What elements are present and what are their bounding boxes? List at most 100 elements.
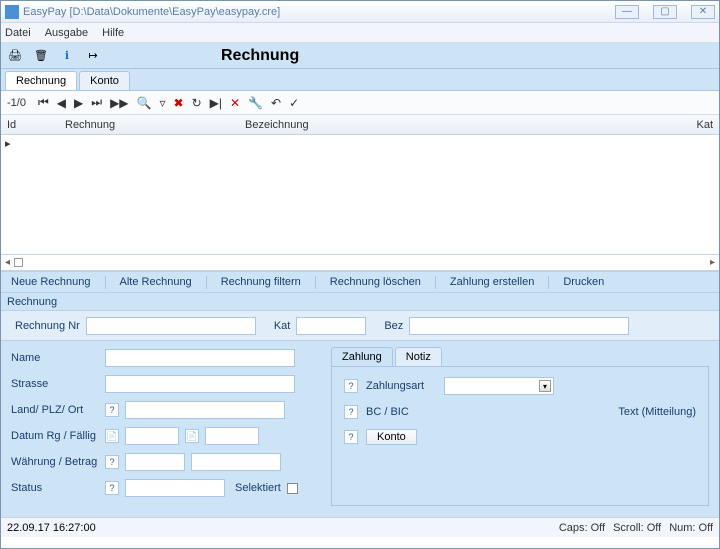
status-timestamp: 22.09.17 16:27:00 — [7, 522, 96, 534]
label-land-plz-ort: Land/ PLZ/ Ort — [11, 404, 99, 416]
action-rechnung-loeschen[interactable]: Rechnung löschen — [326, 276, 425, 288]
label-waehrung: Währung / Betrag — [11, 456, 99, 468]
input-datum-rg[interactable] — [125, 427, 179, 445]
nav-next-icon[interactable]: ▶ — [74, 96, 83, 110]
input-name[interactable] — [105, 349, 295, 367]
menu-file[interactable]: Datei — [5, 27, 31, 39]
button-konto[interactable]: Konto — [366, 429, 417, 445]
col-bezeichnung[interactable]: Bezeichnung — [245, 119, 673, 131]
nav-first-icon[interactable]: ⏮ — [38, 95, 49, 110]
row-marker-icon: ▸ — [5, 138, 11, 150]
input-bez[interactable] — [409, 317, 629, 335]
rtab-notiz[interactable]: Notiz — [395, 347, 442, 366]
date-rg-picker-icon[interactable]: 📄 — [105, 429, 119, 443]
action-bar: Neue Rechnung Alte Rechnung Rechnung fil… — [1, 271, 719, 293]
goto-end-icon[interactable]: ▶| — [210, 96, 222, 110]
menu-bar: Datei Ausgabe Hilfe — [1, 23, 719, 43]
label-text-mitteilung: Text (Mitteilung) — [618, 406, 696, 418]
status-num: Num: Off — [669, 522, 713, 534]
input-rechnung-nr[interactable] — [86, 317, 256, 335]
nav-prev-icon[interactable]: ◀ — [57, 96, 66, 110]
help-waehrung-icon[interactable]: ? — [105, 455, 119, 469]
title-bar: EasyPay [D:\Data\Dokumente\EasyPay\easyp… — [1, 1, 719, 23]
find-icon[interactable]: 🔍 — [137, 96, 152, 110]
action-rechnung-filtern[interactable]: Rechnung filtern — [217, 276, 305, 288]
col-rechnung[interactable]: Rechnung — [65, 119, 245, 131]
delete-icon[interactable]: 🗑 — [33, 48, 49, 64]
input-kat[interactable] — [296, 317, 366, 335]
action-neue-rechnung[interactable]: Neue Rechnung — [7, 276, 95, 288]
label-bcbic: BC / BIC — [366, 406, 436, 418]
input-betrag[interactable] — [191, 453, 281, 471]
app-icon — [5, 5, 19, 19]
refresh-icon[interactable]: ↻ — [192, 96, 202, 110]
main-tabs: Rechnung Konto — [1, 69, 719, 91]
label-name: Name — [11, 352, 99, 364]
window-title: EasyPay [D:\Data\Dokumente\EasyPay\easyp… — [23, 6, 615, 18]
section-header: Rechnung — [1, 293, 719, 311]
filter-row: Rechnung Nr Kat Bez — [1, 311, 719, 341]
help-konto-icon[interactable]: ? — [344, 430, 358, 444]
undo-icon[interactable]: ↶ — [271, 96, 281, 110]
record-navigator: -1/0 ⏮ ◀ ▶ ⏭ ▶▶ 🔍 ▿ ✖ ↻ ▶| ✕ 🔧 ↶ ✓ — [1, 91, 719, 115]
filter-icon[interactable]: ▿ — [159, 96, 165, 110]
grid-body[interactable]: ▸ — [1, 135, 719, 255]
label-bez: Bez — [384, 320, 403, 332]
payment-pane: Zahlung Notiz ? Zahlungsart ▾ ? BC / BIC… — [331, 341, 719, 517]
main-toolbar: 🖨 🗑 ℹ ↦ Rechnung — [1, 43, 719, 69]
scroll-thumb[interactable] — [14, 258, 23, 267]
input-land-plz-ort[interactable] — [125, 401, 285, 419]
rtab-zahlung[interactable]: Zahlung — [331, 347, 393, 366]
status-caps: Caps: Off — [559, 522, 605, 534]
help-zahlungsart-icon[interactable]: ? — [344, 379, 358, 393]
help-bcbic-icon[interactable]: ? — [344, 405, 358, 419]
info-icon[interactable]: ℹ — [59, 48, 75, 64]
grid-footer: ◂ ▸ — [1, 255, 719, 271]
help-land-icon[interactable]: ? — [105, 403, 119, 417]
maximize-button[interactable]: ▢ — [653, 5, 677, 19]
exit-icon[interactable]: ↦ — [85, 48, 101, 64]
date-faellig-picker-icon[interactable]: 📄 — [185, 429, 199, 443]
address-form: Name Strasse Land/ PLZ/ Ort ? Datum Rg /… — [1, 341, 331, 517]
status-scroll: Scroll: Off — [613, 522, 661, 534]
nav-fastnext-icon[interactable]: ▶▶ — [110, 96, 128, 110]
input-strasse[interactable] — [105, 375, 295, 393]
dropdown-zahlungsart[interactable]: ▾ — [444, 377, 554, 395]
filter-clear-icon[interactable]: ✖ — [174, 96, 184, 110]
scroll-left-icon[interactable]: ◂ — [5, 257, 10, 268]
status-bar: 22.09.17 16:27:00 Caps: Off Scroll: Off … — [1, 517, 719, 537]
tab-rechnung[interactable]: Rechnung — [5, 71, 77, 90]
label-strasse: Strasse — [11, 378, 99, 390]
detail-area: Name Strasse Land/ PLZ/ Ort ? Datum Rg /… — [1, 341, 719, 517]
minimize-button[interactable]: — — [615, 5, 639, 19]
label-datum: Datum Rg / Fällig — [11, 430, 99, 442]
close-button[interactable]: ✕ — [691, 5, 715, 19]
menu-output[interactable]: Ausgabe — [45, 27, 88, 39]
page-title: Rechnung — [221, 47, 299, 65]
delete-record-icon[interactable]: ✕ — [230, 96, 240, 110]
input-waehrung[interactable] — [125, 453, 185, 471]
help-status-icon[interactable]: ? — [105, 481, 119, 495]
tool-icon[interactable]: 🔧 — [248, 96, 263, 110]
action-drucken[interactable]: Drucken — [559, 276, 608, 288]
label-kat: Kat — [274, 320, 291, 332]
menu-help[interactable]: Hilfe — [102, 27, 124, 39]
tab-konto[interactable]: Konto — [79, 71, 130, 90]
checkbox-selektiert[interactable] — [287, 483, 298, 494]
input-datum-faellig[interactable] — [205, 427, 259, 445]
col-kat[interactable]: Kat — [673, 119, 713, 131]
label-rechnung-nr: Rechnung Nr — [15, 320, 80, 332]
grid-header: Id Rechnung Bezeichnung Kat — [1, 115, 719, 135]
action-zahlung-erstellen[interactable]: Zahlung erstellen — [446, 276, 538, 288]
action-alte-rechnung[interactable]: Alte Rechnung — [116, 276, 196, 288]
label-zahlungsart: Zahlungsart — [366, 380, 436, 392]
col-id[interactable]: Id — [7, 119, 65, 131]
nav-last-icon[interactable]: ⏭ — [91, 95, 102, 110]
label-selektiert: Selektiert — [235, 482, 281, 494]
label-status: Status — [11, 482, 99, 494]
chevron-down-icon: ▾ — [539, 380, 551, 392]
scroll-right-icon[interactable]: ▸ — [710, 257, 715, 268]
confirm-icon[interactable]: ✓ — [289, 96, 299, 110]
print-icon[interactable]: 🖨 — [7, 48, 23, 64]
input-status[interactable] — [125, 479, 225, 497]
